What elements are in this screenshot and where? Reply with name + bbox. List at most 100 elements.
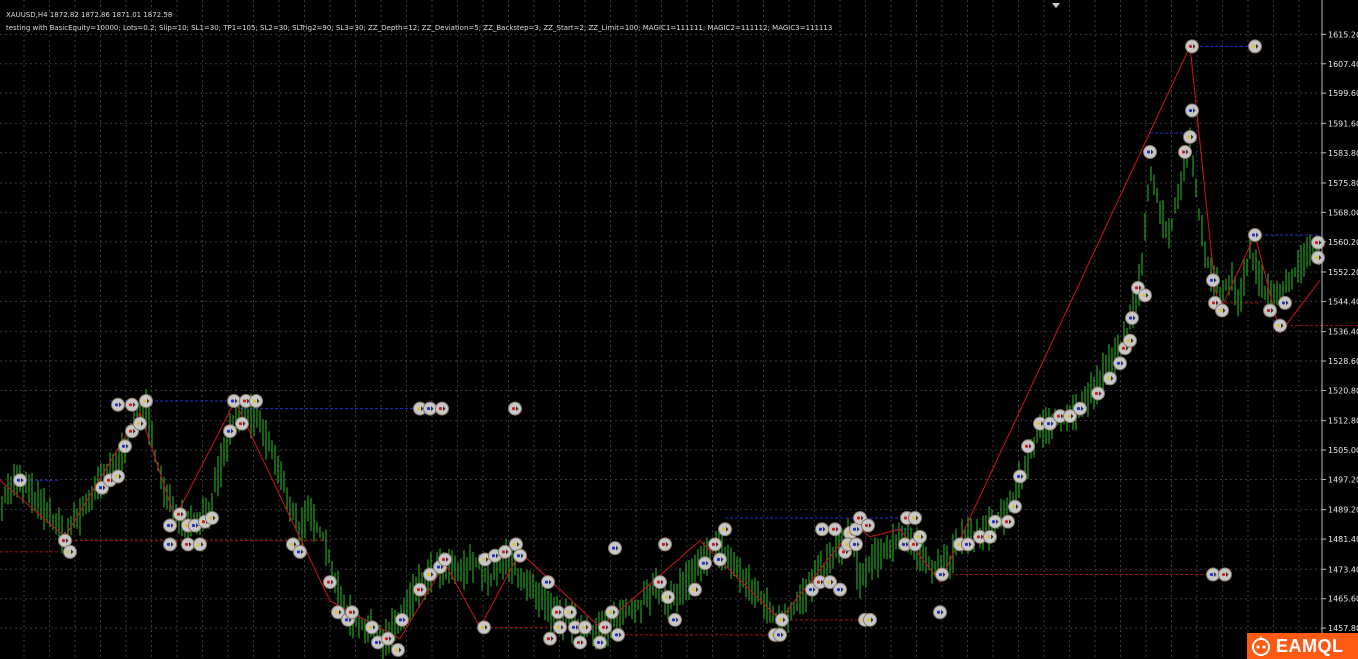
trade-marker [573,635,587,650]
trade-marker [63,544,77,559]
price-tick-label: 1583.80 [1328,149,1358,158]
marker-dot [226,429,231,433]
marker-dot [1106,376,1111,380]
trade-marker [1215,303,1229,318]
price-axis: 1615.20 1607.40 1599.60 1591.60 1583.80 1575.… [1322,30,1358,633]
marker-dot [1251,44,1256,49]
marker-dot [991,520,996,524]
price-chart-canvas[interactable]: 1615.20 1607.40 1599.60 1591.60 1583.80 1575.… [0,0,1358,659]
trade-marker [381,631,395,646]
trade-marker [688,582,702,597]
price-tick-label: 1544.40 [1328,297,1358,306]
marker-dot [344,618,349,622]
marker-dot [778,618,783,622]
marker-dot [1046,422,1051,426]
trade-marker [658,537,672,552]
trade-marker [345,605,359,620]
price-tick-label: 1473.40 [1328,565,1358,574]
trade-marker [435,401,449,416]
trade-marker [205,510,219,525]
marker-dot [964,542,969,546]
marker-dot [852,527,857,531]
marker-dot [566,610,571,614]
marker-dot [511,406,516,411]
trade-marker [668,612,682,627]
marker-dot [1314,256,1319,260]
marker-dot [426,406,431,411]
trade-marker [661,590,675,605]
trade-marker [1001,514,1015,529]
trade-marker [611,627,625,642]
marker-dot [956,542,961,546]
marker-dot [826,580,831,584]
trade-marker [173,507,187,522]
marker-dot [289,542,294,546]
trade-marker [1218,567,1232,582]
marker-dot [716,557,721,562]
marker-dot [976,535,981,539]
trade-marker [223,424,237,439]
marker-dot [374,640,379,645]
marker-dot [136,422,141,426]
price-tick-label: 1512.80 [1328,417,1358,426]
marker-dot [1004,520,1009,524]
trade-marker [1311,235,1325,250]
marker-dot [368,625,373,629]
trade-marker [133,416,147,431]
marker-dot [671,618,676,622]
marker-dot [512,542,517,546]
marker-dot [416,588,421,592]
marker-dot [576,640,581,645]
trade-marker [111,469,125,484]
trade-marker [413,582,427,597]
trade-marker [1278,295,1292,310]
price-tick-label: 1497.20 [1328,475,1358,484]
marker-dot [1188,44,1193,49]
marker-dot [844,542,849,546]
trade-marker [498,544,512,559]
marker-dot [1251,233,1256,237]
price-tick-label: 1591.60 [1328,119,1358,128]
marker-dot [831,527,836,531]
watermark-text: EAMQL [1276,635,1344,656]
trade-marker [1091,386,1105,401]
price-tick-label: 1536.40 [1328,328,1358,337]
trade-marker [551,605,565,620]
trading-chart[interactable]: 1615.20 1607.40 1599.60 1591.60 1583.80 1575.… [0,0,1358,659]
marker-dot [394,648,399,652]
trade-marker [323,575,337,590]
trade-marker [163,537,177,552]
marker-dot [608,610,613,614]
trade-marker [1263,303,1277,318]
marker-dot [1016,474,1021,479]
trade-marker [908,510,922,525]
marker-dot [121,444,126,448]
trade-marker [849,537,863,552]
robot-logo-icon [1252,636,1270,656]
marker-dot [1314,240,1319,245]
marker-dot [664,595,669,599]
marker-dot [480,625,485,629]
marker-dot [544,580,549,584]
trade-marker [933,605,947,620]
trade-marker [1248,39,1262,54]
marker-dot [841,550,846,554]
trade-marker [553,620,567,635]
marker-dot [61,538,66,543]
trade-marker [477,620,491,635]
marker-dot [516,554,521,558]
marker-dot [903,516,908,520]
marker-dot [721,527,726,531]
trade-marker [563,605,577,620]
tester-params-line: testing with BasicEquity=10000; Lots=0.2… [6,24,833,32]
marker-dot [384,637,389,641]
trade-marker [125,397,139,412]
price-tick-label: 1520.80 [1328,386,1358,395]
shift-marker-icon[interactable] [1052,3,1060,8]
marker-dot [438,406,443,411]
marker-dot [1036,422,1041,426]
marker-dot [16,478,21,482]
trade-marker [1273,318,1287,333]
trade-marker [698,556,712,571]
marker-dot [601,625,606,629]
